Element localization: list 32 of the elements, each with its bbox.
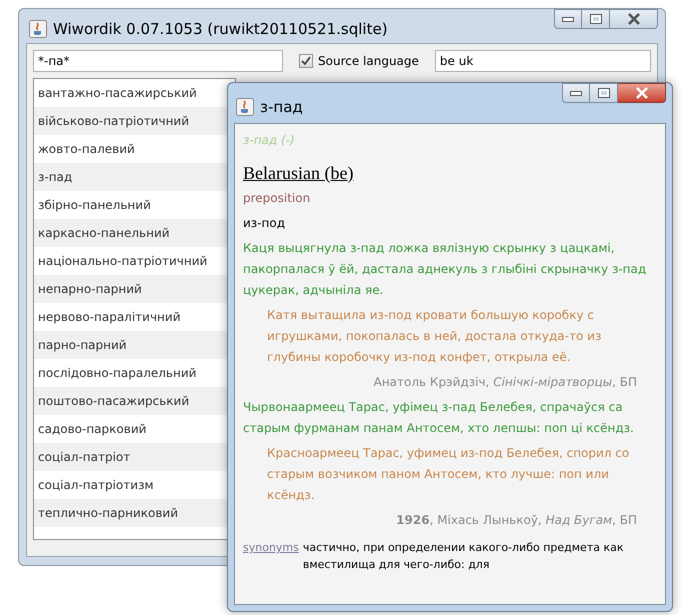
close-button[interactable] xyxy=(610,9,658,29)
checkbox-label: Source language xyxy=(318,53,419,70)
maximize-button[interactable] xyxy=(590,83,618,103)
minimize-button[interactable] xyxy=(554,9,582,29)
synonyms-text: частично, при определении какого-либо предмета как вместилища для чего-либо: для xyxy=(302,540,624,573)
window-title: з-пад xyxy=(260,97,303,118)
close-icon xyxy=(626,13,640,25)
cup-icon xyxy=(29,20,47,38)
synonyms-link[interactable]: synonyms xyxy=(243,539,299,573)
example-translation: Катя вытащила из-под кровати большую коробку с игрушками, покопалась в ней, достала откуда-то из глубины коробочку из-под конфет, открыла её. xyxy=(266,307,602,366)
language-heading: Belarusian (be) xyxy=(243,163,354,184)
maximize-button[interactable] xyxy=(582,9,610,29)
checkbox[interactable] xyxy=(299,54,313,68)
maximize-icon xyxy=(598,88,610,98)
entry-header: з-пад (-) xyxy=(243,132,296,149)
translation: из-под xyxy=(243,215,286,232)
maximize-icon xyxy=(590,14,602,24)
search-field[interactable]: *-па* xyxy=(33,50,283,72)
minimize-button[interactable] xyxy=(562,83,590,103)
window-title: Wiwordik 0.07.1053 (ruwikt20110521.sqlite) xyxy=(53,19,388,40)
example-text: Чырвонаармеец Тарас, уфімец з-пад Белебея, спрачаўся са старым фурманам панам Антосем, хто лепшы: поп ці ксёндз. xyxy=(243,399,635,437)
minimize-icon xyxy=(570,90,582,96)
example-source: Анатоль Крэйдзіч, Сінічкі-міратворцы, БП xyxy=(374,374,638,391)
example-text: Каця выцягнула з-пад ложка вялізную скрынку з цацкамі, пакорпалася ў ёй, дастала аднекуль з глыбіні скрыначку з-пад цукерак, адчыніла яе. xyxy=(243,240,648,299)
part-of-speech: preposition xyxy=(243,190,312,207)
cup-icon xyxy=(236,98,254,116)
example-translation: Красноармеец Тарас, уфимец из-под Белебея, спорил со старым возчиком паном Антосем, кто лучше: поп или ксёндз. xyxy=(266,445,630,504)
example-source: 1926, Міхась Лынькоў, Над Бугам, БП xyxy=(396,512,638,529)
close-icon xyxy=(634,87,648,99)
language-field[interactable]: be uk xyxy=(434,50,651,72)
minimize-icon xyxy=(562,16,574,22)
close-button[interactable] xyxy=(618,83,666,103)
